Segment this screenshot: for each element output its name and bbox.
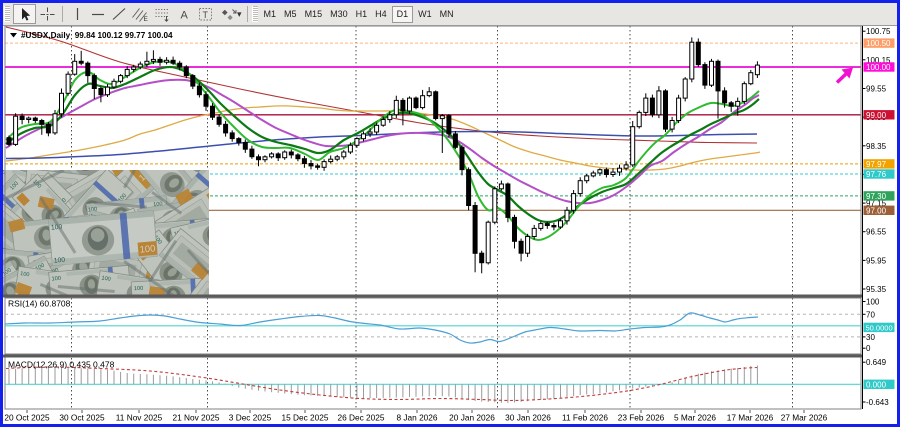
svg-text:70: 70 [866, 310, 875, 319]
svg-text:15 Dec 2025: 15 Dec 2025 [281, 413, 328, 423]
svg-text:30 Oct 2025: 30 Oct 2025 [59, 413, 105, 423]
svg-text:27 Mar 2026: 27 Mar 2026 [781, 413, 828, 423]
svg-text:E: E [143, 16, 148, 23]
svg-text:26 Dec 2025: 26 Dec 2025 [337, 413, 384, 423]
svg-text:100.00: 100.00 [866, 63, 891, 72]
svg-text:11 Nov 2025: 11 Nov 2025 [116, 413, 163, 423]
svg-text:#USDX,Daily 99.84 100.12 99.7: #USDX,Daily 99.84 100.12 99.77 100.04 [21, 31, 173, 40]
svg-text:30: 30 [866, 333, 875, 342]
svg-text:23 Feb 2026: 23 Feb 2026 [618, 413, 665, 423]
svg-text:20 Jan 2026: 20 Jan 2026 [449, 413, 495, 423]
svg-text:50.0000: 50.0000 [866, 323, 893, 332]
svg-text:95.35: 95.35 [866, 285, 887, 294]
svg-text:30 Jan 2026: 30 Jan 2026 [505, 413, 551, 423]
svg-text:97.97: 97.97 [866, 160, 887, 169]
svg-text:-0.643: -0.643 [866, 398, 889, 407]
svg-text:17 Mar 2026: 17 Mar 2026 [727, 413, 774, 423]
svg-text:97.00: 97.00 [866, 206, 887, 215]
svg-text:0.649: 0.649 [866, 358, 887, 367]
svg-text:11 Feb 2026: 11 Feb 2026 [562, 413, 608, 423]
svg-text:T: T [202, 10, 208, 20]
svg-text:99.55: 99.55 [866, 85, 887, 94]
svg-text:0: 0 [866, 344, 871, 353]
svg-text:RSI(14) 60.8708: RSI(14) 60.8708 [8, 299, 71, 309]
svg-text:97.76: 97.76 [866, 170, 887, 179]
svg-text:3 Dec 2025: 3 Dec 2025 [229, 413, 272, 423]
svg-text:96.55: 96.55 [866, 228, 887, 237]
svg-text:8 Jan 2026: 8 Jan 2026 [396, 413, 437, 423]
svg-text:MACD(12,26,9) 0,435 0,478: MACD(12,26,9) 0,435 0,478 [8, 360, 115, 370]
svg-text:98.35: 98.35 [866, 142, 887, 151]
svg-text:21 Nov 2025: 21 Nov 2025 [172, 413, 219, 423]
svg-text:5 Mar 2026: 5 Mar 2026 [674, 413, 716, 423]
svg-text:0.000: 0.000 [866, 380, 887, 389]
svg-text:97.30: 97.30 [866, 192, 887, 201]
svg-text:20 Oct 2025: 20 Oct 2025 [4, 413, 50, 423]
svg-text:A: A [180, 10, 188, 22]
svg-text:100: 100 [866, 298, 880, 307]
svg-text:100.75: 100.75 [866, 27, 891, 36]
svg-text:100.50: 100.50 [866, 39, 891, 48]
svg-text:95.95: 95.95 [866, 256, 887, 265]
svg-text:99.00: 99.00 [866, 111, 887, 120]
